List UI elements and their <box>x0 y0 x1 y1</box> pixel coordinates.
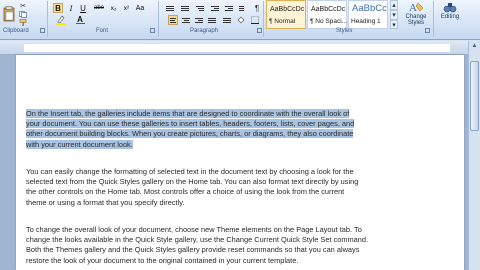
binoculars-icon <box>443 3 457 13</box>
increase-indent-button[interactable] <box>224 3 234 13</box>
borders-icon <box>251 16 259 24</box>
font-color-button[interactable]: A <box>74 15 86 25</box>
style-sample: AaBbCcDc <box>311 6 346 13</box>
bold-button[interactable]: B <box>53 3 63 13</box>
decrease-indent-button[interactable] <box>210 3 220 13</box>
text-line: You can easily change the formatting of … <box>26 167 354 176</box>
change-styles-icon: A <box>409 2 424 14</box>
format-painter-icon <box>19 18 27 26</box>
styles-scroll-up-button[interactable]: ▴ <box>390 0 398 10</box>
multilevel-list-button[interactable] <box>195 3 205 13</box>
paragraph-1-selected[interactable]: On the Insert tab, the galleries include… <box>26 109 444 150</box>
font-dialog-launcher[interactable] <box>150 28 155 33</box>
italic-button[interactable]: I <box>66 3 76 13</box>
font-color-letter: A <box>77 15 83 24</box>
style-name: ¶ No Spaci... <box>310 18 348 25</box>
group-separator <box>263 1 264 37</box>
text-line: change the looks available in the Quick … <box>26 235 369 245</box>
align-left-button[interactable] <box>168 15 178 25</box>
subscript-button[interactable]: x₂ <box>108 3 119 13</box>
show-formatting-button[interactable]: ¶ <box>252 3 262 13</box>
paragraph-group-label: Paragraph <box>190 28 219 34</box>
style-name: ¶ Normal <box>269 18 296 25</box>
paint-bucket-icon <box>237 16 245 24</box>
text-line: with your current document look. <box>26 139 133 149</box>
numbering-button[interactable] <box>180 3 190 13</box>
horizontal-ruler[interactable] <box>0 41 468 55</box>
text-line: To change the overall look of your docum… <box>26 225 362 234</box>
styles-group-label: Styles <box>336 28 353 34</box>
justify-button[interactable] <box>207 15 217 25</box>
styles-scroll-down-button[interactable]: ▾ <box>390 10 398 20</box>
editing-label: Editing <box>440 14 460 20</box>
clipboard-dialog-launcher[interactable] <box>40 28 45 33</box>
document-page[interactable]: On the Insert tab, the galleries include… <box>16 55 464 270</box>
text-line: Both the Themes gallery and the Quick St… <box>26 245 360 255</box>
paragraph-2[interactable]: You can easily change the formatting of … <box>26 167 444 208</box>
paragraph-3[interactable]: To change the overall look of your docum… <box>26 225 444 266</box>
ruler-text-area <box>24 44 450 52</box>
font-group-label: Font <box>96 28 109 34</box>
scrollbar-thumb[interactable] <box>470 61 479 131</box>
group-separator <box>158 1 159 37</box>
style-name: Heading 1 <box>351 18 381 25</box>
superscript-button[interactable]: x² <box>121 3 132 13</box>
styles-more-button[interactable]: ▾ <box>390 20 398 29</box>
underline-button[interactable]: U <box>78 3 88 13</box>
change-styles-label: Change Styles <box>405 14 427 26</box>
style-sample: AaBbCc <box>352 3 387 14</box>
group-separator <box>47 1 48 37</box>
vertical-scrollbar[interactable]: ▲ <box>468 41 480 270</box>
text-line: restore the look of your document to the… <box>26 255 299 265</box>
align-right-button[interactable] <box>194 15 204 25</box>
style-heading-1[interactable]: AaBbCc Heading 1 <box>348 0 388 29</box>
align-center-button[interactable] <box>181 15 191 25</box>
paste-button[interactable] <box>2 2 16 26</box>
shading-button[interactable] <box>236 15 246 25</box>
editing-button[interactable]: Editing <box>436 0 464 37</box>
line-spacing-button[interactable] <box>222 15 232 25</box>
font-color-swatch <box>75 23 85 24</box>
style-normal[interactable]: AaBbCcDc ¶ Normal <box>266 0 306 29</box>
bullets-button[interactable] <box>165 3 175 13</box>
style-no-spacing[interactable]: AaBbCcDc ¶ No Spaci... <box>307 0 347 29</box>
text-line: your document. You can use these galleri… <box>26 119 355 129</box>
text-line: theme or using a format that you specify… <box>26 197 185 207</box>
scroll-up-arrow-icon[interactable]: ▲ <box>469 41 480 51</box>
format-painter-button[interactable] <box>18 18 28 26</box>
text-line: the other controls on the Home tab. Most… <box>26 187 345 197</box>
highlighter-icon <box>56 15 66 25</box>
copy-icon <box>19 10 27 18</box>
ribbon: ✂ Clipboard B I U abe x₂ x² Aa A Font ¶ … <box>0 0 480 40</box>
paragraph-dialog-launcher[interactable] <box>257 28 262 33</box>
text-line: On the Insert tab, the galleries include… <box>26 109 350 118</box>
scissors-icon: ✂ <box>20 3 26 10</box>
sort-button[interactable] <box>238 3 248 13</box>
group-separator <box>433 1 434 37</box>
copy-button[interactable] <box>18 10 28 18</box>
text-line: selected text from the Quick Styles gall… <box>26 177 359 187</box>
svg-text:A: A <box>409 2 417 14</box>
highlight-button[interactable] <box>55 15 67 25</box>
style-sample: AaBbCcDc <box>270 6 305 13</box>
cut-button[interactable]: ✂ <box>18 2 28 10</box>
change-case-button[interactable]: Aa <box>134 3 146 13</box>
text-line: other document building blocks. When you… <box>26 129 354 139</box>
borders-button[interactable] <box>250 15 260 25</box>
paste-icon <box>3 6 15 22</box>
clipboard-group-label: Clipboard <box>3 28 29 34</box>
styles-dialog-launcher[interactable] <box>425 28 430 33</box>
strikethrough-button[interactable]: abe <box>92 3 106 13</box>
